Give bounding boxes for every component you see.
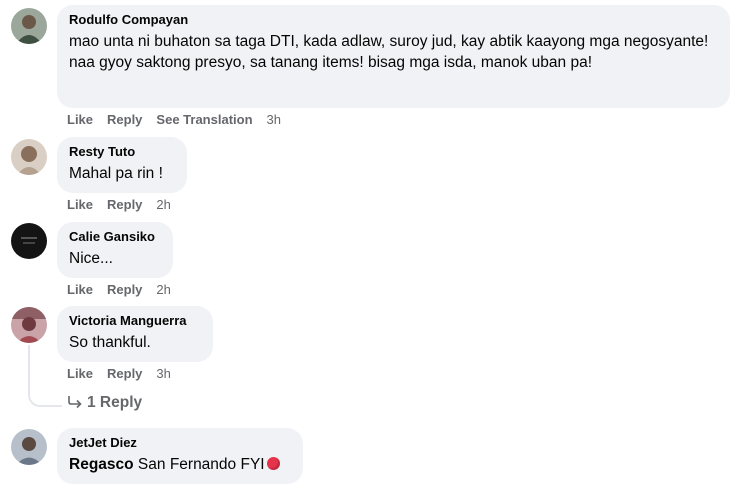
comment-text: Mahal pa rin ! xyxy=(69,165,163,182)
avatar-photo-icon xyxy=(11,8,47,44)
comment-text-rest: San Fernando FYI xyxy=(133,456,265,473)
comment-actions: Like Reply 2h xyxy=(67,282,185,297)
avatar[interactable] xyxy=(11,8,47,44)
view-replies-button[interactable]: 1 Reply xyxy=(67,394,142,412)
avatar-photo-icon xyxy=(11,429,47,465)
comment-text: Regasco San Fernando FYI xyxy=(69,454,291,475)
see-translation-button[interactable]: See Translation xyxy=(156,112,252,127)
comment-actions: Like Reply 3h xyxy=(67,366,185,381)
comment-bubble: Victoria Manguerra So thankful. xyxy=(57,306,213,362)
comment-bubble: Resty Tuto Mahal pa rin ! xyxy=(57,137,187,193)
comment-author[interactable]: Resty Tuto xyxy=(69,144,175,160)
avatar-photo-icon xyxy=(11,223,47,259)
comment-time[interactable]: 2h xyxy=(156,282,170,297)
reply-button[interactable]: Reply xyxy=(107,282,142,297)
red-circle-emoji-icon xyxy=(266,457,280,470)
like-button[interactable]: Like xyxy=(67,197,93,212)
mention-link[interactable]: Regasco xyxy=(69,456,134,473)
reply-arrow-icon xyxy=(68,396,82,409)
reply-button[interactable]: Reply xyxy=(107,366,142,381)
avatar[interactable] xyxy=(11,223,47,259)
avatar[interactable] xyxy=(11,307,47,343)
like-button[interactable]: Like xyxy=(67,112,93,127)
comment-bubble: JetJet Diez Regasco San Fernando FYI xyxy=(57,428,303,484)
comment-bubble: Calie Gansiko Nice... xyxy=(57,222,173,278)
thread-connector xyxy=(28,391,62,407)
comment-time[interactable]: 3h xyxy=(156,366,170,381)
comment-author[interactable]: Rodulfo Compayan xyxy=(69,12,718,28)
reply-button[interactable]: Reply xyxy=(107,112,142,127)
comment-bubble: Rodulfo Compayan mao unta ni buhaton sa … xyxy=(57,5,730,108)
reply-button[interactable]: Reply xyxy=(107,197,142,212)
like-button[interactable]: Like xyxy=(67,366,93,381)
comment-text: mao unta ni buhaton sa taga DTI, kada ad… xyxy=(69,33,709,71)
avatar[interactable] xyxy=(11,139,47,175)
comment-time[interactable]: 2h xyxy=(156,197,170,212)
replies-count: 1 Reply xyxy=(87,394,143,411)
comment-author[interactable]: Calie Gansiko xyxy=(69,229,161,245)
avatar-photo-icon xyxy=(11,307,47,343)
thread-line xyxy=(28,345,30,391)
comment-author[interactable]: JetJet Diez xyxy=(69,435,291,451)
comment-time[interactable]: 3h xyxy=(267,112,281,127)
like-button[interactable]: Like xyxy=(67,282,93,297)
avatar-photo-icon xyxy=(11,139,47,175)
comment-text: Nice... xyxy=(69,250,113,267)
avatar[interactable] xyxy=(11,429,47,465)
comment-actions: Like Reply See Translation 3h xyxy=(67,112,295,127)
comment-text: So thankful. xyxy=(69,334,151,351)
comment-author[interactable]: Victoria Manguerra xyxy=(69,313,201,329)
comment-actions: Like Reply 2h xyxy=(67,197,185,212)
